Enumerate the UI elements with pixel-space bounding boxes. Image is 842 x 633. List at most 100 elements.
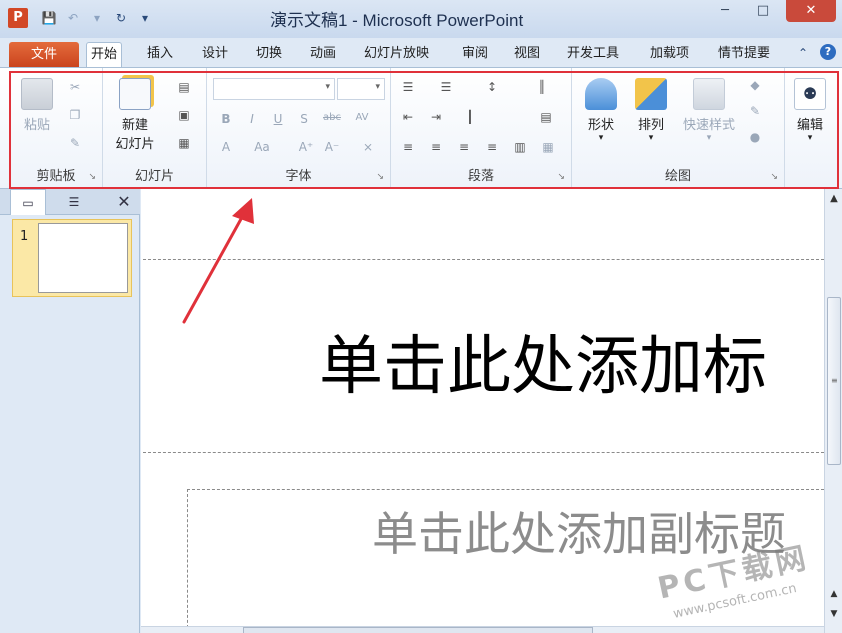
format-painter-icon[interactable]: ✎ (66, 136, 84, 150)
close-panel-icon[interactable]: ✕ (112, 189, 136, 215)
arrange-button[interactable]: 排列 ▾ (628, 78, 674, 143)
tab-developer[interactable]: 开发工具 (563, 42, 623, 68)
cut-icon[interactable]: ✂ (66, 80, 84, 94)
horizontal-scrollbar-thumb[interactable] (243, 627, 593, 633)
shape-outline-icon[interactable]: ✎ (746, 104, 764, 118)
reset-slide-icon[interactable]: ▣ (175, 108, 193, 122)
justify-icon[interactable]: ≡ (483, 140, 501, 154)
align-text-icon[interactable]: ▤ (537, 110, 555, 124)
group-drawing: 形状 ▾ 排列 ▾ 快速样式 ▾ ◆ ✎ ● 绘图 ↘ (572, 68, 785, 188)
bullets-icon[interactable]: ☰ (399, 80, 417, 94)
layout-icon[interactable]: ▤ (175, 80, 193, 94)
new-slide-label-1: 新建 (121, 118, 148, 133)
change-case-aa-icon[interactable]: Aa (253, 140, 271, 154)
shadow-icon[interactable]: S (295, 112, 313, 126)
font-name-combo[interactable] (213, 78, 335, 100)
editing-button[interactable]: ⚉ 编辑 ▾ (789, 78, 831, 143)
columns-icon[interactable]: ┃ (461, 110, 479, 124)
tab-view[interactable]: 视图 (510, 42, 544, 68)
tab-outline[interactable]: ☰ (56, 189, 92, 215)
align-center-icon[interactable]: ≡ (427, 140, 445, 154)
shrink-font-icon[interactable]: A⁻ (323, 140, 341, 154)
align-left-icon[interactable]: ≡ (399, 140, 417, 154)
tab-slideshow[interactable]: 幻灯片放映 (360, 42, 433, 68)
slides-panel-tabs: ▭ ☰ ✕ (0, 189, 140, 215)
decrease-indent-icon[interactable]: ⇤ (399, 110, 417, 124)
grow-font-icon[interactable]: A⁺ (297, 140, 315, 154)
customize-toolbar-icon[interactable]: ▾ (136, 9, 154, 27)
drawing-launcher-icon[interactable]: ↘ (770, 172, 778, 182)
tab-transitions[interactable]: 切换 (252, 42, 286, 68)
tab-insert[interactable]: 插入 (143, 42, 177, 68)
copy-icon[interactable]: ❐ (66, 108, 84, 122)
slide-thumbnail[interactable] (38, 223, 128, 293)
scroll-grip-icon: ≡ (831, 376, 838, 385)
ribbon-tabs: 文件 开始 插入 设计 切换 动画 幻灯片放映 审阅 视图 开发工具 加载项 情… (0, 38, 842, 68)
subtitle-placeholder-box[interactable]: 单击此处添加副标题 (187, 489, 824, 633)
strikethrough-icon[interactable]: abc (323, 112, 341, 123)
align-right-icon[interactable]: ≡ (455, 140, 473, 154)
tab-home[interactable]: 开始 (86, 42, 123, 68)
redo-icon[interactable]: ↻ (112, 9, 130, 27)
tab-slides-thumbnails[interactable]: ▭ (10, 189, 46, 215)
tab-file[interactable]: 文件 (9, 42, 79, 68)
undo-icon[interactable]: ↶ (64, 9, 82, 27)
slide-edit-area: 单击此处添加标 单击此处添加副标题 (141, 189, 824, 633)
increase-indent-icon[interactable]: ⇥ (427, 110, 445, 124)
font-launcher-icon[interactable]: ↘ (376, 172, 384, 182)
arrange-icon (635, 78, 667, 110)
change-case-icon[interactable]: A (217, 140, 235, 154)
clear-formatting-icon[interactable]: ⨯ (359, 140, 377, 154)
new-slide-button[interactable]: 新建 幻灯片 (107, 78, 163, 152)
tab-design[interactable]: 设计 (198, 42, 232, 68)
paragraph-group-label: 段落 (467, 169, 494, 184)
quick-styles-button[interactable]: 快速样式 ▾ (676, 78, 742, 143)
paragraph-launcher-icon[interactable]: ↘ (557, 172, 565, 182)
slide-number: 1 (20, 229, 29, 244)
undo-dropdown-icon[interactable]: ▾ (88, 9, 106, 27)
horizontal-scrollbar[interactable] (141, 626, 824, 633)
scroll-up-arrow-icon[interactable]: ▲ (825, 193, 842, 204)
maximize-button[interactable]: □ (748, 0, 778, 22)
paste-label: 粘贴 (23, 118, 50, 133)
tab-animations[interactable]: 动画 (306, 42, 340, 68)
numbering-icon[interactable]: ☰ (437, 80, 455, 94)
minimize-ribbon-icon[interactable]: ⌃ (798, 46, 808, 60)
new-slide-label-2: 幻灯片 (115, 137, 155, 152)
italic-icon[interactable]: I (243, 112, 261, 126)
title-placeholder-box[interactable]: 单击此处添加标 (143, 259, 824, 453)
bold-icon[interactable]: B (217, 112, 235, 126)
smartart-icon[interactable]: ▦ (539, 140, 557, 154)
character-spacing-icon[interactable]: AV (353, 112, 371, 123)
shape-fill-icon[interactable]: ◆ (746, 78, 764, 92)
close-window-button[interactable]: ✕ (786, 0, 836, 22)
window-title: 演示文稿1 - Microsoft PowerPoint (270, 11, 524, 30)
text-direction-icon[interactable]: ║ (533, 80, 551, 94)
tab-review[interactable]: 审阅 (458, 42, 492, 68)
paste-icon (21, 78, 53, 110)
vertical-scrollbar[interactable]: ▲ ≡ ▲ ▼ (824, 189, 842, 633)
next-slide-icon[interactable]: ▼ (825, 609, 842, 619)
distributed-icon[interactable]: ▥ (511, 140, 529, 154)
save-icon[interactable]: 💾 (40, 9, 58, 27)
tab-storyboarding[interactable]: 情节提要 (714, 42, 774, 68)
group-font: B I U S abc AV A Aa A⁺ A⁻ ⨯ 字体 ↘ (207, 68, 391, 188)
subtitle-placeholder-text: 单击此处添加副标题 (372, 507, 786, 561)
scrollbar-thumb[interactable]: ≡ (827, 297, 841, 465)
line-spacing-icon[interactable]: ↕ (483, 80, 501, 94)
slides-panel: ▭ ☰ ✕ 1 (0, 189, 140, 633)
powerpoint-app-icon[interactable]: P (8, 8, 28, 28)
help-icon[interactable]: ? (820, 44, 836, 60)
minimize-button[interactable]: ─ (710, 0, 740, 22)
font-size-combo[interactable] (337, 78, 385, 100)
shape-effects-icon[interactable]: ● (746, 130, 764, 144)
section-icon[interactable]: ▦ (175, 136, 193, 150)
clipboard-launcher-icon[interactable]: ↘ (88, 172, 96, 182)
shapes-label: 形状 (587, 118, 614, 133)
arrange-label: 排列 (637, 118, 664, 133)
previous-slide-icon[interactable]: ▲ (825, 589, 842, 599)
shapes-button[interactable]: 形状 ▾ (578, 78, 624, 143)
tab-addins[interactable]: 加载项 (646, 42, 693, 68)
paste-button[interactable]: 粘贴 (16, 78, 58, 133)
underline-icon[interactable]: U (269, 112, 287, 126)
